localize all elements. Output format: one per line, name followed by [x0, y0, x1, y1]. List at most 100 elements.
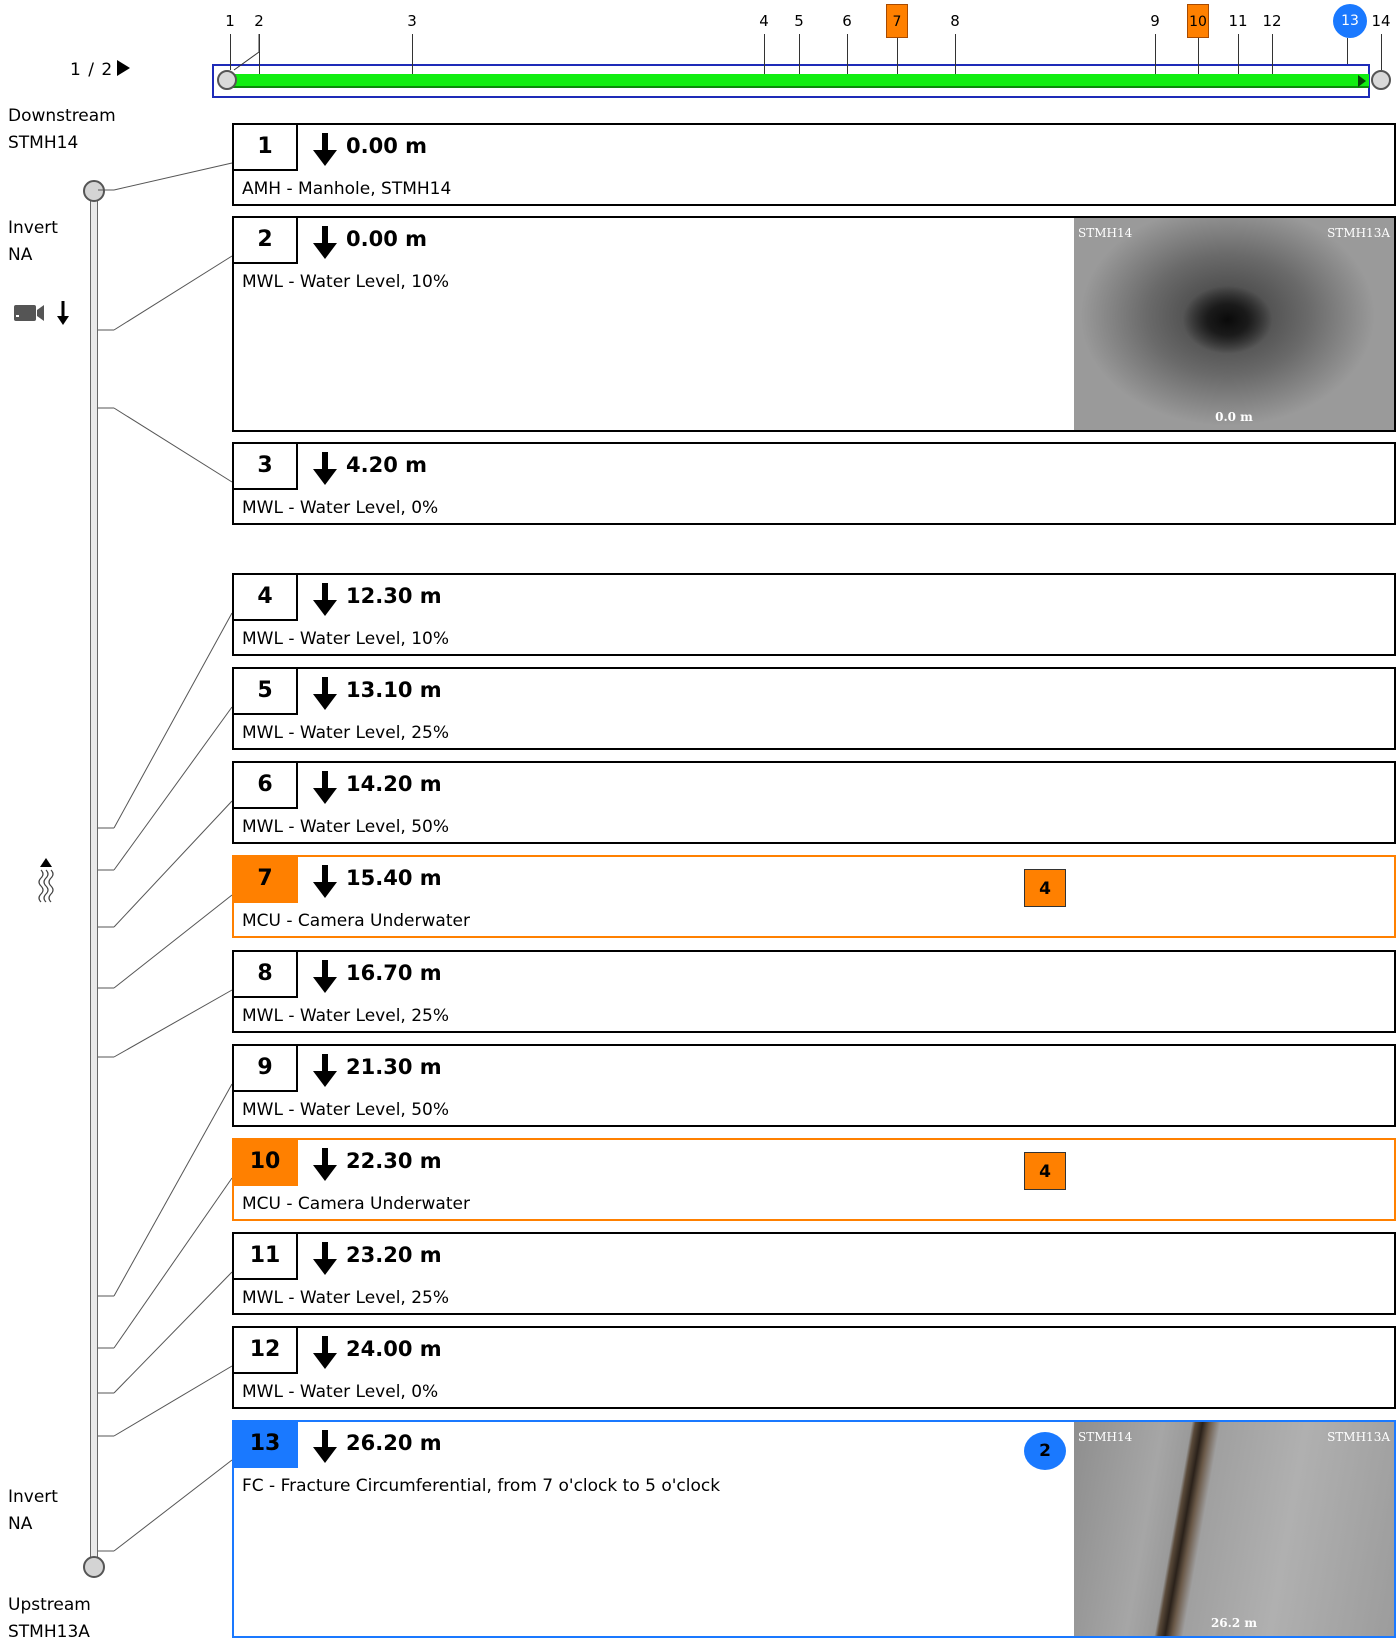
invert-bottom-info: Invert NA — [8, 1484, 58, 1538]
direction-down-arrow-icon — [313, 1336, 337, 1369]
direction-down-arrow-icon — [313, 452, 337, 485]
observation-connector-lines — [98, 162, 233, 1552]
observation-distance: 4.20 m — [346, 453, 428, 477]
observation-card-8[interactable]: 8 16.70 m MWL - Water Level, 25% — [232, 950, 1396, 1033]
photo-right-caption: STMH13A — [1327, 1430, 1390, 1444]
connector-line-2 — [113, 255, 233, 331]
overview-end-node[interactable] — [1371, 70, 1391, 90]
overview-marker-4[interactable]: 4 — [749, 12, 779, 30]
observation-distance: 21.30 m — [346, 1055, 442, 1079]
observation-description: MWL - Water Level, 50% — [242, 817, 450, 837]
observation-number: 13 — [234, 1422, 298, 1468]
overview-marker-13[interactable]: 13 — [1333, 4, 1367, 38]
connector-line-9 — [113, 1083, 233, 1297]
observation-description: MWL - Water Level, 0% — [242, 498, 439, 518]
observation-number: 6 — [234, 763, 298, 809]
upstream-manhole-id: STMH13A — [8, 1622, 90, 1642]
observation-number: 5 — [234, 669, 298, 715]
observation-card-7[interactable]: 7 15.40 m MCU - Camera Underwater 4 — [232, 855, 1396, 938]
overview-marker-12[interactable]: 12 — [1257, 12, 1287, 30]
overview-tick — [1347, 38, 1348, 64]
observation-card-12[interactable]: 12 24.00 m MWL - Water Level, 0% — [232, 1326, 1396, 1409]
observation-description: MWL - Water Level, 10% — [242, 629, 450, 649]
observation-distance: 0.00 m — [346, 227, 428, 251]
direction-down-arrow-icon — [313, 1148, 337, 1181]
overview-marker-14[interactable]: 14 — [1366, 12, 1396, 30]
observation-description: MWL - Water Level, 25% — [242, 723, 450, 743]
observation-number: 12 — [234, 1328, 298, 1374]
overview-tick — [897, 38, 898, 74]
overview-tick — [1381, 34, 1382, 70]
overview-marker-6[interactable]: 6 — [832, 12, 862, 30]
observation-distance: 24.00 m — [346, 1337, 442, 1361]
observation-distance: 26.20 m — [346, 1431, 442, 1455]
observation-distance: 22.30 m — [346, 1149, 442, 1173]
overview-tick — [1155, 34, 1156, 74]
overview-marker-7[interactable]: 7 — [886, 4, 908, 38]
upstream-info: Upstream STMH13A — [8, 1592, 91, 1646]
observation-number: 3 — [234, 444, 298, 490]
connector-line-6 — [113, 800, 233, 928]
overview-marker-11[interactable]: 11 — [1223, 12, 1253, 30]
observation-description: MCU - Camera Underwater — [242, 1194, 470, 1214]
observation-description: MCU - Camera Underwater — [242, 911, 470, 931]
overview-marker-3[interactable]: 3 — [397, 12, 427, 30]
observation-description: FC - Fracture Circumferential, from 7 o'… — [242, 1476, 721, 1496]
overview-tick — [412, 34, 413, 74]
photo-left-caption: STMH14 — [1078, 1430, 1133, 1444]
observation-description: AMH - Manhole, STMH14 — [242, 179, 452, 199]
observation-description: MWL - Water Level, 25% — [242, 1288, 450, 1308]
overview-tick — [764, 34, 765, 74]
observation-description: MWL - Water Level, 0% — [242, 1382, 439, 1402]
upstream-label: Upstream — [8, 1595, 91, 1615]
observation-photo[interactable]: STMH14 STMH13A 26.2 m — [1074, 1422, 1394, 1636]
direction-down-arrow-icon — [313, 960, 337, 993]
connector-line-5 — [113, 706, 233, 871]
overview-marker-2[interactable]: 2 — [244, 12, 274, 30]
observation-card-5[interactable]: 5 13.10 m MWL - Water Level, 25% — [232, 667, 1396, 750]
observation-distance: 13.10 m — [346, 678, 442, 702]
connector-line-7 — [113, 894, 233, 989]
observation-distance: 14.20 m — [346, 772, 442, 796]
observation-card-4[interactable]: 4 12.30 m MWL - Water Level, 10% — [232, 573, 1396, 656]
connector-line-3 — [113, 407, 233, 483]
overview-end-arrow-icon — [1358, 75, 1366, 87]
overview-marker-5[interactable]: 5 — [784, 12, 814, 30]
observation-description: MWL - Water Level, 50% — [242, 1100, 450, 1120]
observation-distance: 0.00 m — [346, 134, 428, 158]
observation-number: 1 — [234, 125, 298, 171]
observation-card-3[interactable]: 3 4.20 m MWL - Water Level, 0% — [232, 442, 1396, 525]
photo-distance-caption: 0.0 m — [1215, 410, 1253, 424]
overview-marker-9[interactable]: 9 — [1140, 12, 1170, 30]
overview-marker-8[interactable]: 8 — [940, 12, 970, 30]
overview-tick — [1238, 34, 1239, 74]
observation-card-1[interactable]: 1 0.00 m AMH - Manhole, STMH14 — [232, 123, 1396, 206]
direction-down-arrow-icon — [313, 1242, 337, 1275]
observation-photo[interactable]: STMH14 STMH13A 0.0 m — [1074, 218, 1394, 430]
observation-card-13[interactable]: 13 26.20 m FC - Fracture Circumferential, … — [232, 1420, 1396, 1638]
overview-marker-10[interactable]: 10 — [1187, 4, 1209, 38]
connector-line-1 — [113, 162, 233, 191]
direction-down-arrow-icon — [313, 583, 337, 616]
observation-card-11[interactable]: 11 23.20 m MWL - Water Level, 25% — [232, 1232, 1396, 1315]
direction-down-arrow-icon — [313, 865, 337, 898]
overview-tick — [1198, 38, 1199, 74]
connector-line-8 — [113, 989, 233, 1058]
overview-tick — [955, 34, 956, 74]
observation-number: 9 — [234, 1046, 298, 1092]
direction-down-arrow-icon — [313, 1054, 337, 1087]
observation-distance: 12.30 m — [346, 584, 442, 608]
overview-tick — [847, 34, 848, 74]
observation-card-2[interactable]: 2 0.00 m MWL - Water Level, 10% STMH14 STMH1… — [232, 216, 1396, 432]
observation-card-6[interactable]: 6 14.20 m MWL - Water Level, 50% — [232, 761, 1396, 844]
invert-bottom-value: NA — [8, 1514, 33, 1534]
direction-down-arrow-icon — [313, 677, 337, 710]
observation-card-10[interactable]: 10 22.30 m MCU - Camera Underwater 4 — [232, 1138, 1396, 1221]
invert-bottom-label: Invert — [8, 1487, 58, 1507]
observation-description: MWL - Water Level, 25% — [242, 1006, 450, 1026]
observation-number: 10 — [234, 1140, 298, 1186]
overview-pipe-bar[interactable] — [228, 74, 1369, 88]
observation-number: 7 — [234, 857, 298, 903]
observation-card-9[interactable]: 9 21.30 m MWL - Water Level, 50% — [232, 1044, 1396, 1127]
connector-line-4 — [113, 612, 233, 829]
